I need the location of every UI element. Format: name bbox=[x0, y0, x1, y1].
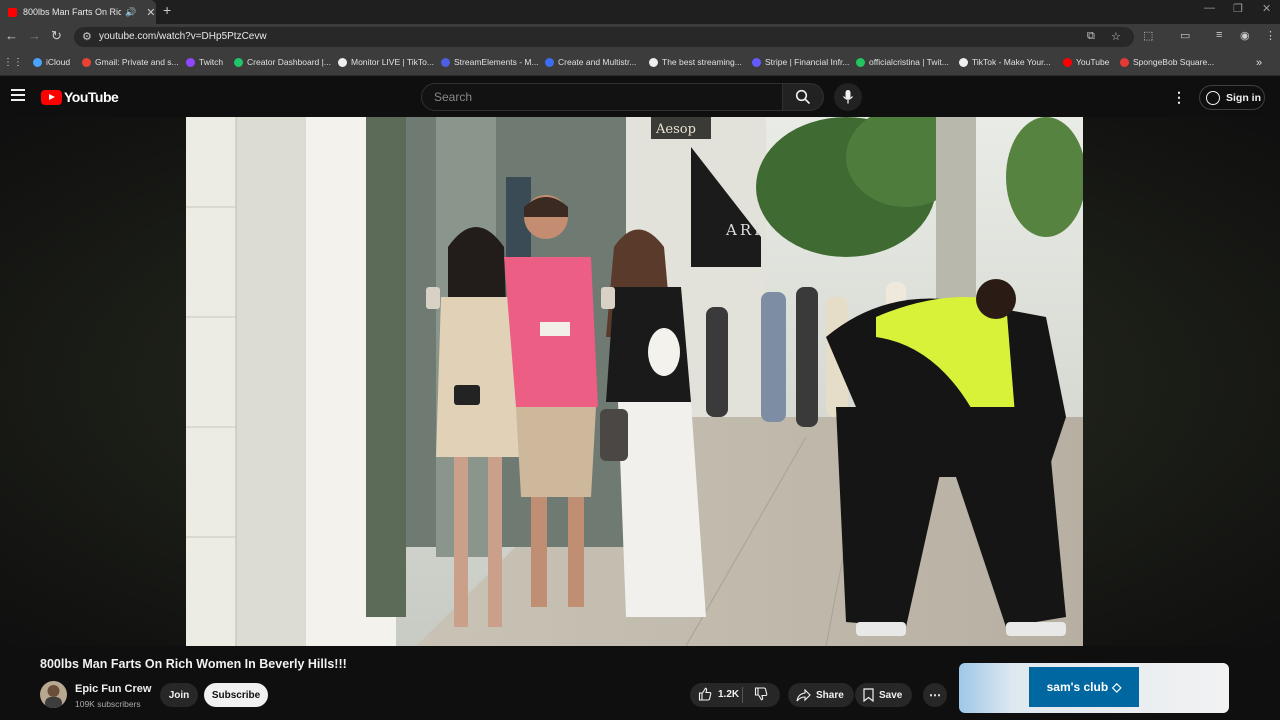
bookmark-item[interactable]: YouTube bbox=[1063, 57, 1109, 67]
thumbs-up-icon bbox=[698, 687, 712, 701]
bookmark-icon bbox=[863, 688, 874, 702]
browser-tab-active[interactable]: 800lbs Man Farts On Rich W 🔊 ✕ bbox=[0, 0, 156, 24]
extensions-icon[interactable]: ⬚ bbox=[1143, 29, 1153, 42]
bookmark-item[interactable]: Stripe | Financial Infr... bbox=[752, 57, 849, 67]
minimize-icon[interactable]: — bbox=[1204, 2, 1215, 14]
video-title: 800lbs Man Farts On Rich Women In Beverl… bbox=[40, 657, 347, 671]
reload-icon[interactable]: ↻ bbox=[51, 28, 62, 44]
search-icon bbox=[795, 89, 811, 105]
video-player[interactable]: Aesop ARI bbox=[186, 117, 1083, 646]
bookmark-favicon-icon bbox=[186, 57, 195, 67]
new-tab-icon[interactable]: + bbox=[163, 2, 171, 18]
sponsored-ad[interactable]: sam's club ◇ bbox=[959, 663, 1229, 713]
bookmark-star-icon[interactable]: ☆ bbox=[1111, 30, 1121, 43]
tab-title: 800lbs Man Farts On Rich W bbox=[23, 7, 121, 17]
save-label: Save bbox=[879, 689, 903, 701]
sign-in-button[interactable]: Sign in bbox=[1199, 85, 1265, 110]
storefront-sign: Aesop bbox=[655, 122, 696, 137]
ad-brand-text: sam's club bbox=[1046, 680, 1109, 694]
window-close-icon[interactable]: ✕ bbox=[1262, 2, 1271, 15]
bookmarks-bar: ⋮⋮ iCloud Gmail: Private and s... Twitch… bbox=[0, 50, 1280, 76]
channel-avatar[interactable] bbox=[40, 681, 67, 708]
apps-grid-icon[interactable]: ⋮⋮ bbox=[3, 57, 23, 68]
share-label: Share bbox=[816, 689, 844, 701]
avatar-image bbox=[45, 685, 62, 708]
share-button[interactable]: Share bbox=[788, 683, 854, 707]
ad-brand-sign: sam's club ◇ bbox=[1029, 667, 1139, 707]
search-button[interactable] bbox=[782, 83, 824, 111]
youtube-header: YouTube ⋮ Sign in bbox=[0, 77, 1280, 117]
bookmark-favicon-icon bbox=[752, 57, 761, 67]
search-box bbox=[421, 83, 783, 111]
microphone-icon bbox=[842, 90, 854, 104]
close-tab-icon[interactable]: ✕ bbox=[146, 6, 155, 19]
bookmark-item[interactable]: Creator Dashboard |... bbox=[234, 57, 331, 67]
subscriber-count: 109K subscribers bbox=[75, 699, 141, 709]
bookmark-favicon-icon bbox=[33, 57, 42, 67]
youtube-wordmark: YouTube bbox=[64, 89, 119, 105]
bookmark-item[interactable]: SpongeBob Square... bbox=[1120, 57, 1214, 67]
thumbs-down-icon bbox=[754, 687, 768, 701]
channel-name[interactable]: Epic Fun Crew bbox=[75, 683, 151, 695]
browser-toolbar: ← → ↻ ⚙ youtube.com/watch?v=DHp5PtzCevw … bbox=[0, 24, 1280, 50]
site-info-icon[interactable]: ⚙ bbox=[82, 30, 92, 43]
bookmark-favicon-icon bbox=[649, 57, 658, 67]
share-icon bbox=[796, 688, 811, 701]
bookmark-item[interactable]: Monitor LIVE | TikTo... bbox=[338, 57, 434, 67]
restore-icon[interactable]: ❐ bbox=[1233, 2, 1243, 15]
bookmark-favicon-icon bbox=[82, 57, 91, 67]
bookmark-item[interactable]: StreamElements - M... bbox=[441, 57, 539, 67]
bookmark-item[interactable]: officialcristina | Twit... bbox=[856, 57, 949, 67]
save-button[interactable]: Save bbox=[855, 683, 913, 707]
like-dislike-group: 1.2K bbox=[690, 683, 780, 707]
bookmark-favicon-icon bbox=[234, 57, 243, 67]
dislike-button[interactable] bbox=[754, 687, 768, 706]
more-bookmarks-icon[interactable]: » bbox=[1256, 57, 1262, 69]
voice-search-button[interactable] bbox=[834, 83, 862, 111]
settings-kebab-icon[interactable]: ⋮ bbox=[1172, 89, 1186, 106]
like-button[interactable]: 1.2K bbox=[698, 687, 739, 701]
bookmark-favicon-icon bbox=[1120, 57, 1129, 67]
bookmark-item[interactable]: The best streaming... bbox=[649, 57, 742, 67]
speaker-icon[interactable]: 🔊 bbox=[125, 7, 136, 18]
address-bar[interactable]: ⚙ youtube.com/watch?v=DHp5PtzCevw ⧉ ☆ bbox=[74, 27, 1134, 47]
subscribe-button[interactable]: Subscribe bbox=[204, 683, 268, 707]
join-button[interactable]: Join bbox=[160, 683, 198, 707]
bookmark-favicon-icon bbox=[545, 57, 554, 67]
sign-in-label: Sign in bbox=[1226, 91, 1261, 104]
bookmark-item[interactable]: TikTok - Make Your... bbox=[959, 57, 1051, 67]
bookmark-item[interactable]: iCloud bbox=[33, 57, 70, 67]
account-icon bbox=[1206, 90, 1220, 105]
menu-hamburger-icon[interactable] bbox=[11, 89, 25, 101]
back-icon[interactable]: ← bbox=[5, 28, 18, 43]
media-icon[interactable]: ≡ bbox=[1216, 29, 1222, 41]
install-icon[interactable]: ⧉ bbox=[1087, 30, 1095, 43]
bookmark-favicon-icon bbox=[338, 57, 347, 67]
bookmark-item[interactable]: Twitch bbox=[186, 57, 223, 67]
bookmark-item[interactable]: Create and Multistr... bbox=[545, 57, 636, 67]
browser-menu-icon[interactable]: ⋮ bbox=[1265, 29, 1276, 42]
bookmark-favicon-icon bbox=[959, 57, 968, 67]
youtube-favicon-icon bbox=[8, 7, 17, 17]
youtube-logo[interactable]: YouTube bbox=[41, 89, 119, 105]
more-actions-icon[interactable]: ⋯ bbox=[923, 683, 947, 707]
forward-icon[interactable]: → bbox=[28, 28, 41, 43]
like-count: 1.2K bbox=[718, 688, 740, 700]
profile-icon[interactable]: ◉ bbox=[1240, 29, 1250, 42]
youtube-play-icon bbox=[41, 89, 62, 105]
bookmark-favicon-icon bbox=[1063, 57, 1072, 67]
bookmark-favicon-icon bbox=[856, 57, 865, 67]
url-text[interactable]: youtube.com/watch?v=DHp5PtzCevw bbox=[99, 31, 267, 42]
video-frame: Aesop ARI bbox=[186, 117, 1083, 646]
cast-icon[interactable]: ▭ bbox=[1180, 29, 1190, 42]
diamond-logo-icon: ◇ bbox=[1112, 680, 1122, 694]
bookmark-favicon-icon bbox=[441, 57, 450, 67]
search-input[interactable] bbox=[434, 90, 764, 104]
browser-tab-bar: 800lbs Man Farts On Rich W 🔊 ✕ + — ❐ ✕ bbox=[0, 0, 1280, 24]
bookmark-item[interactable]: Gmail: Private and s... bbox=[82, 57, 179, 67]
awning-text: ARI bbox=[725, 221, 763, 239]
divider bbox=[742, 687, 743, 703]
